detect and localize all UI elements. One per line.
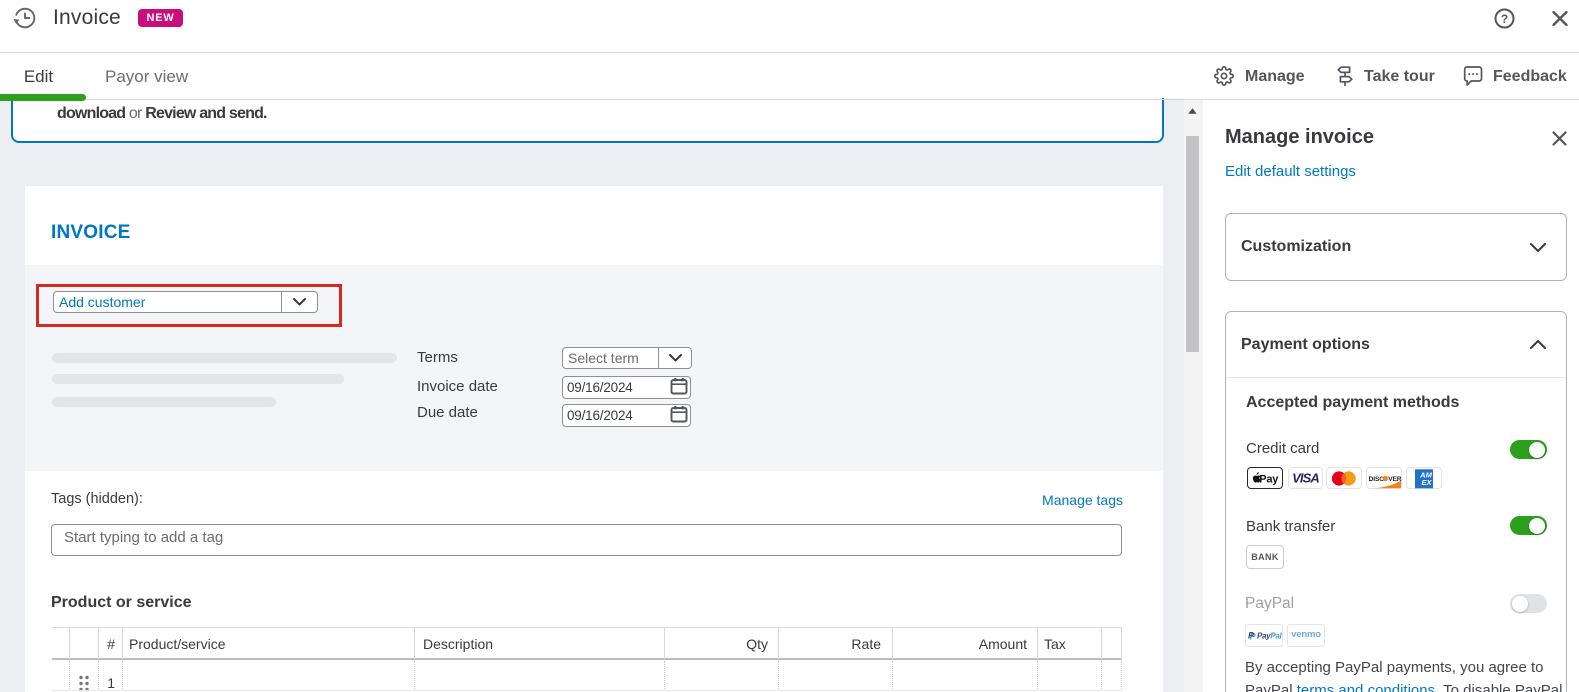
svg-text:EX: EX <box>1421 478 1432 487</box>
svg-text:DISC: DISC <box>1369 476 1385 483</box>
svg-text:P: P <box>1248 631 1255 641</box>
svg-text:Pay: Pay <box>1259 474 1279 486</box>
svg-text:VER: VER <box>1388 476 1402 483</box>
svg-text:VISA: VISA <box>1292 470 1319 485</box>
svg-text:?: ? <box>1501 12 1508 26</box>
svg-text:PayPal: PayPal <box>1257 632 1282 641</box>
